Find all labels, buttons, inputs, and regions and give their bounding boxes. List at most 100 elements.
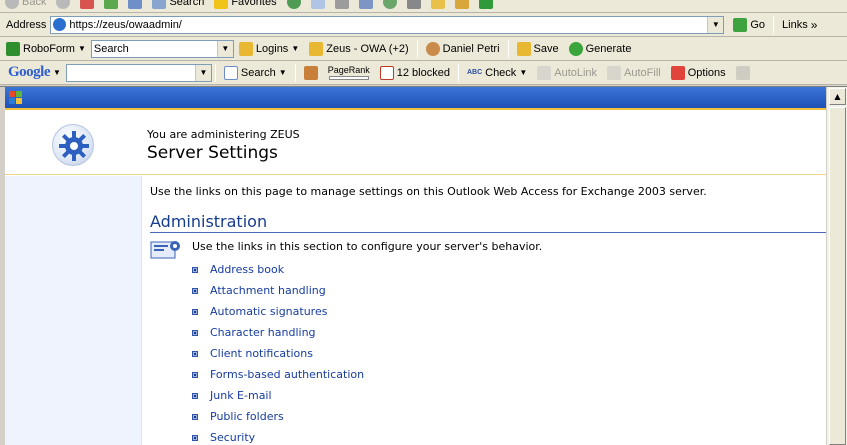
popup-blocker-button[interactable]: 12 blocked (375, 63, 455, 83)
main-content: Use the links on this page to manage set… (142, 176, 826, 445)
bullet-icon (192, 266, 198, 273)
tools-icon (406, 0, 421, 9)
vertical-scrollbar[interactable]: ▲ (826, 87, 847, 445)
site-login-button[interactable]: Zeus - OWA (+2) (304, 39, 413, 59)
forms-based-authentication-link[interactable]: Forms-based authentication (210, 368, 364, 381)
roboform-search-input[interactable] (91, 41, 217, 56)
administering-server-label: You are administering ZEUS (147, 128, 300, 141)
list-item: Forms-based authentication (192, 364, 364, 385)
logins-button[interactable]: Logins ▼ (234, 39, 304, 59)
address-book-link[interactable]: Address book (210, 263, 284, 276)
automatic-signatures-link[interactable]: Automatic signatures (210, 305, 327, 318)
highlighter-button[interactable] (731, 63, 755, 83)
google-search-dropdown-chevron-icon[interactable]: ▼ (194, 64, 211, 81)
page-header: You are administering ZEUS Server Settin… (5, 112, 826, 175)
history-icon (286, 0, 301, 9)
pagerank-indicator: PageRank (323, 63, 375, 83)
search-icon (152, 0, 167, 9)
chevron-right-icon: » (810, 17, 818, 32)
google-menu-button[interactable]: Google ▼ (0, 63, 66, 83)
roboform-menu-button[interactable]: RoboForm ▼ (0, 39, 91, 59)
lightning-icon (568, 41, 583, 56)
identity-button[interactable]: Daniel Petri (421, 39, 505, 59)
edit-button[interactable] (354, 0, 378, 12)
spellcheck-button[interactable]: ABC Check ▼ (462, 63, 532, 83)
standard-toolbar: Back Search Favorites (0, 0, 847, 13)
folder-icon (430, 0, 445, 9)
save-icon (516, 41, 531, 56)
roboform-icon (6, 41, 20, 56)
bullet-icon (192, 350, 198, 357)
forward-arrow-icon (56, 0, 71, 9)
options-button[interactable]: Options (666, 63, 731, 83)
client-notifications-link[interactable]: Client notifications (210, 347, 313, 360)
page-title: Server Settings (147, 143, 278, 163)
mail-icon (310, 0, 325, 9)
google-g-icon (223, 65, 238, 80)
list-item: Attachment handling (192, 280, 364, 301)
go-button[interactable]: Go (728, 15, 770, 35)
tools-button[interactable] (402, 0, 426, 12)
divider (294, 63, 296, 82)
pagerank: PageRank (328, 65, 370, 80)
google-search-button[interactable]: Search ▼ (219, 63, 292, 83)
address-bar: Address ▼ Go Links» (0, 13, 847, 37)
administration-icon (150, 241, 180, 259)
bullet-icon (192, 308, 198, 315)
address-dropdown-chevron-icon[interactable]: ▼ (707, 16, 724, 33)
list-item: Automatic signatures (192, 301, 364, 322)
url-input[interactable] (66, 17, 708, 32)
list-item: Security (192, 427, 364, 445)
home-button[interactable] (123, 0, 147, 12)
messenger-button[interactable] (378, 0, 402, 12)
search-button[interactable]: Search (147, 0, 209, 12)
junk-email-link[interactable]: Junk E-mail (210, 389, 272, 402)
scroll-thumb[interactable] (829, 107, 846, 445)
print-button[interactable] (330, 0, 354, 12)
roboform-toolbar: RoboForm▼ ▼ Logins▼ Zeus - OWA (+2) Dani… (0, 37, 847, 61)
stop-button[interactable] (75, 0, 99, 12)
back-button[interactable]: Back (0, 0, 51, 12)
divider (416, 39, 418, 58)
roboform-search-dropdown-chevron-icon[interactable]: ▼ (216, 40, 233, 57)
scroll-up-arrow-icon[interactable]: ▲ (829, 88, 846, 105)
messenger-icon (382, 0, 397, 9)
address-label: Address (6, 18, 47, 31)
green-button[interactable] (474, 0, 498, 12)
refresh-button[interactable] (99, 0, 123, 12)
gear-button[interactable] (450, 0, 474, 12)
bullet-icon (192, 392, 198, 399)
history-button[interactable] (282, 0, 306, 12)
security-link[interactable]: Security (210, 431, 255, 444)
chevron-down-icon: ▼ (278, 68, 287, 77)
public-folders-link[interactable]: Public folders (210, 410, 284, 423)
chevron-down-icon: ▼ (519, 68, 528, 77)
generate-button[interactable]: Generate (564, 39, 637, 59)
passcard-icon (309, 41, 324, 56)
roboform-search-combo[interactable]: ▼ (90, 39, 234, 58)
section-divider (150, 232, 826, 233)
links-button[interactable]: Links» (777, 15, 822, 35)
divider (457, 63, 459, 82)
address-field[interactable]: ▼ (50, 15, 725, 34)
attachment-handling-link[interactable]: Attachment handling (210, 284, 326, 297)
pencil-icon (735, 65, 750, 80)
news-icon (303, 65, 318, 80)
forward-button[interactable] (51, 0, 75, 12)
folder-button[interactable] (426, 0, 450, 12)
autolink-button[interactable]: AutoLink (532, 63, 602, 83)
section-title: Administration (150, 212, 268, 231)
google-search-combo[interactable]: ▼ (65, 63, 212, 82)
bullet-icon (192, 329, 198, 336)
back-arrow-icon (5, 0, 19, 9)
news-button[interactable] (299, 63, 323, 83)
favorites-button[interactable]: Favorites (209, 0, 281, 12)
character-handling-link[interactable]: Character handling (210, 326, 316, 339)
section-description: Use the links in this section to configu… (192, 240, 543, 253)
chevron-down-icon: ▼ (53, 68, 61, 77)
autofill-button[interactable]: AutoFill (602, 63, 666, 83)
google-search-input[interactable] (66, 65, 195, 80)
list-item: Character handling (192, 322, 364, 343)
mail-button[interactable] (306, 0, 330, 12)
save-button[interactable]: Save (512, 39, 564, 59)
